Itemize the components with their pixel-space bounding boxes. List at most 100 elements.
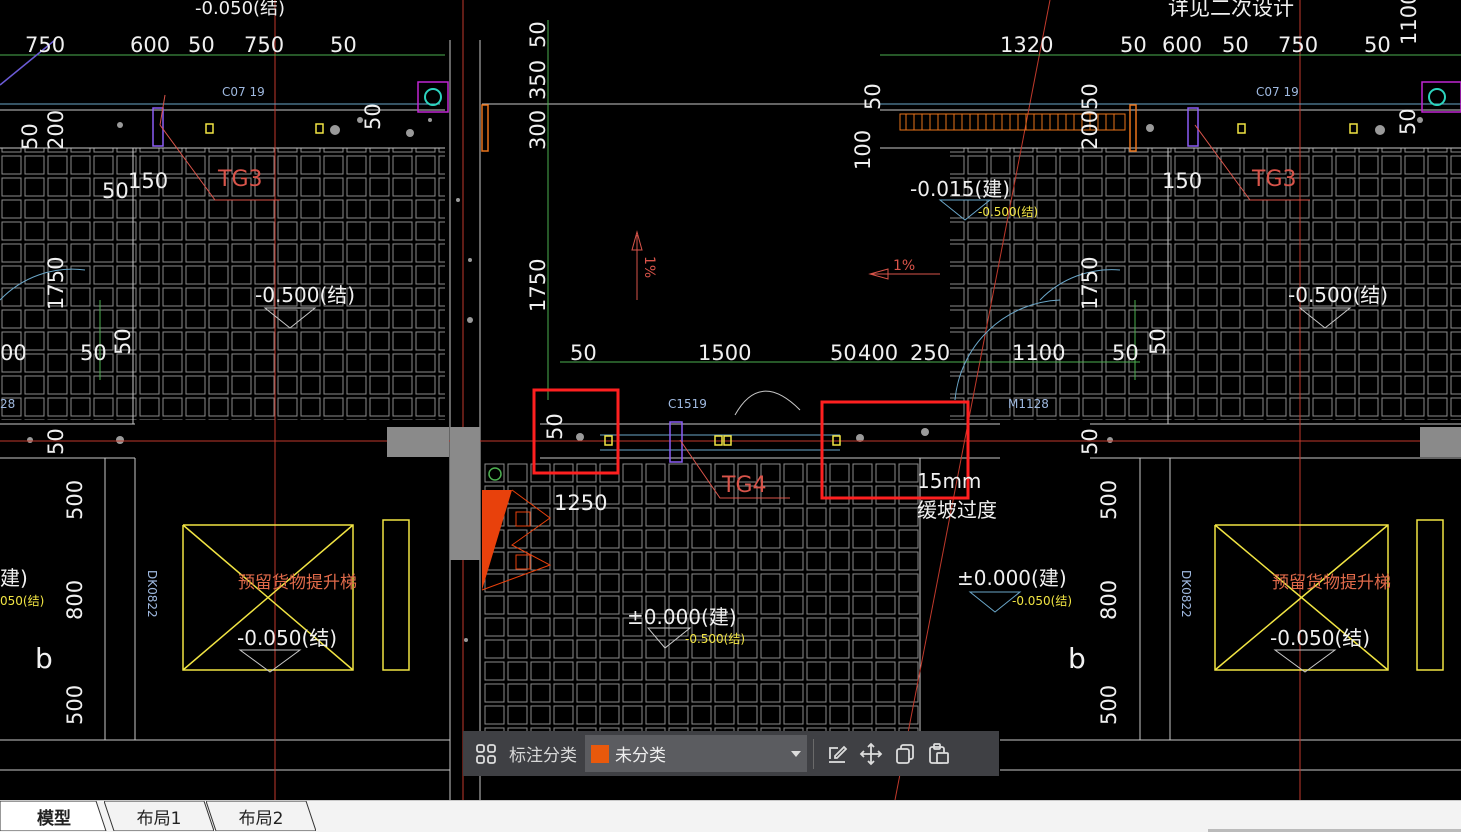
svg-text:150: 150 — [1162, 169, 1202, 193]
svg-text:-0.050(结): -0.050(结) — [195, 0, 285, 19]
svg-text:150: 150 — [128, 169, 168, 193]
svg-text:50: 50 — [1112, 341, 1139, 365]
tab-layout2[interactable]: 布局2 — [206, 801, 316, 831]
cad-drawing-canvas[interactable]: 750 600 50 750 50 1320 50 600 50 750 50 … — [0, 0, 1461, 800]
svg-text:预留货物提升梯: 预留货物提升梯 — [1272, 573, 1391, 593]
column-right — [1420, 427, 1461, 457]
svg-text:±0.000(建): ±0.000(建) — [957, 566, 1067, 590]
svg-text:400: 400 — [858, 341, 898, 365]
selected-category: 未分类 — [615, 746, 666, 766]
svg-text:50: 50 — [330, 33, 357, 57]
svg-text:50: 50 — [361, 103, 385, 130]
svg-text:250: 250 — [910, 341, 950, 365]
dims-top-right: 1320 50 600 50 750 50 — [1000, 33, 1391, 57]
top-note: 详见二次设计 — [1168, 0, 1294, 20]
annotation-category-label: 标注分类 — [509, 746, 577, 766]
layout-tab-bar: 模型 布局1 布局2 — [0, 800, 1461, 832]
svg-text:750: 750 — [1278, 33, 1318, 57]
annotation-toolbar: 标注分类 未分类 — [463, 731, 999, 776]
svg-text:50: 50 — [861, 83, 885, 110]
svg-text:50: 50 — [1146, 328, 1170, 355]
paste-icon[interactable] — [922, 737, 956, 771]
svg-text:b: b — [35, 642, 53, 675]
svg-text:600: 600 — [1162, 33, 1202, 57]
move-icon[interactable] — [854, 737, 888, 771]
svg-text:1%: 1% — [893, 258, 915, 274]
column-center — [450, 427, 480, 560]
svg-text:-0.050(结): -0.050(结) — [1012, 594, 1072, 608]
svg-text:500: 500 — [1097, 685, 1121, 725]
tab-model[interactable]: 模型 — [0, 801, 108, 831]
svg-text:050(结): 050(结) — [0, 594, 44, 608]
svg-text:C07 19: C07 19 — [1256, 85, 1299, 99]
svg-text:28: 28 — [0, 397, 15, 411]
copy-icon[interactable] — [888, 737, 922, 771]
column-left — [387, 427, 449, 457]
svg-text:50: 50 — [1120, 33, 1147, 57]
fifteen-mm-note: 15mm — [917, 469, 981, 493]
edit-icon[interactable] — [820, 737, 854, 771]
svg-text:建): 建) — [0, 566, 28, 590]
category-color-swatch — [591, 744, 609, 763]
svg-text:200: 200 — [44, 110, 68, 150]
svg-text:-0.050(结): -0.050(结) — [1270, 626, 1370, 650]
svg-text:50: 50 — [570, 341, 597, 365]
svg-text:50: 50 — [188, 33, 215, 57]
svg-text:-0.500(结): -0.500(结) — [1288, 283, 1388, 307]
svg-text:50: 50 — [102, 179, 129, 203]
svg-text:-0.500(结): -0.500(结) — [978, 205, 1038, 219]
svg-text:200: 200 — [1078, 110, 1102, 150]
svg-text:1750: 1750 — [1078, 257, 1102, 310]
dims-mid: 50 1500 50 400 250 1100 50 — [570, 341, 1139, 365]
svg-text:1320: 1320 — [1000, 33, 1053, 57]
svg-text:TG3: TG3 — [1251, 167, 1296, 192]
svg-text:C1519: C1519 — [668, 397, 707, 411]
svg-text:1750: 1750 — [44, 257, 68, 310]
svg-text:750: 750 — [25, 33, 65, 57]
svg-text:TG3: TG3 — [217, 167, 262, 192]
svg-text:50: 50 — [44, 428, 68, 455]
svg-text:50: 50 — [18, 123, 42, 150]
svg-text:DK0822: DK0822 — [145, 570, 159, 618]
column-marker-icon — [424, 88, 442, 106]
svg-text:-0.050(结): -0.050(结) — [237, 626, 337, 650]
svg-text:500: 500 — [63, 685, 87, 725]
svg-text:50: 50 — [543, 413, 567, 440]
svg-text:b: b — [1068, 642, 1086, 675]
tile-area-center — [482, 462, 920, 734]
svg-text:50: 50 — [111, 328, 135, 355]
svg-text:600: 600 — [130, 33, 170, 57]
svg-text:1250: 1250 — [554, 491, 607, 515]
svg-text:50: 50 — [1078, 428, 1102, 455]
tab-layout1[interactable]: 布局1 — [104, 801, 214, 831]
grid-apps-icon[interactable] — [469, 737, 503, 771]
svg-text:±0.000(建): ±0.000(建) — [627, 605, 737, 629]
svg-text:预留货物提升梯: 预留货物提升梯 — [238, 573, 357, 593]
svg-text:C07 19: C07 19 — [222, 85, 265, 99]
svg-text:1500: 1500 — [698, 341, 751, 365]
svg-text:TG4: TG4 — [721, 473, 766, 498]
svg-text:-0.500(结): -0.500(结) — [255, 283, 355, 307]
svg-text:M1128: M1128 — [1008, 397, 1049, 411]
svg-text:500: 500 — [1097, 480, 1121, 520]
svg-text:1%: 1% — [641, 256, 657, 278]
svg-text:DK0822: DK0822 — [1179, 570, 1193, 618]
svg-text:50: 50 — [1222, 33, 1249, 57]
svg-text:500: 500 — [63, 480, 87, 520]
svg-text:-0.015(建): -0.015(建) — [910, 177, 1010, 201]
annotation-category-select[interactable]: 未分类 — [585, 735, 807, 772]
slope-transition-note: 缓坡过度 — [917, 498, 997, 522]
svg-text:750: 750 — [244, 33, 284, 57]
svg-text:1100: 1100 — [1397, 0, 1421, 45]
svg-text:-0.500(结): -0.500(结) — [685, 632, 745, 646]
svg-text:50: 50 — [830, 341, 857, 365]
dims-top-left: 750 600 50 750 50 — [25, 33, 357, 57]
svg-text:50: 50 — [80, 341, 107, 365]
svg-text:50: 50 — [1364, 33, 1391, 57]
svg-text:800: 800 — [63, 580, 87, 620]
svg-text:350: 350 — [526, 60, 550, 100]
svg-text:50: 50 — [1396, 108, 1420, 135]
column-marker-icon — [1428, 88, 1446, 106]
svg-text:100: 100 — [851, 130, 875, 170]
chevron-down-icon — [791, 750, 801, 757]
